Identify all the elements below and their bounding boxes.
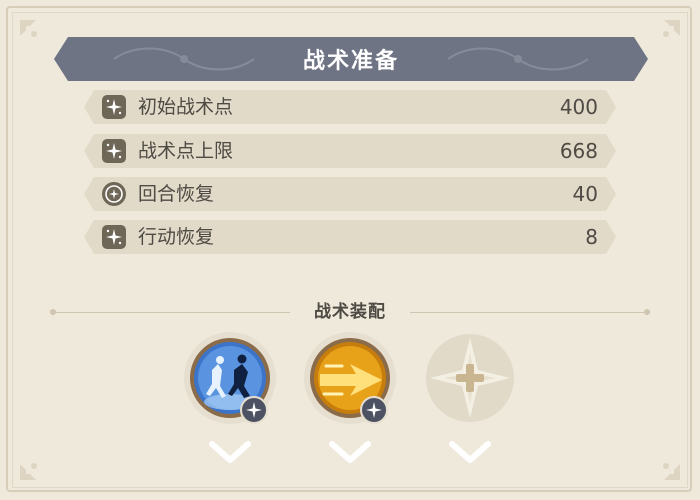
- stat-label: 初始战术点: [138, 96, 234, 118]
- star-burst-icon: [102, 225, 126, 249]
- title-banner: 战术准备: [54, 37, 648, 81]
- divider-line-right: [410, 312, 644, 313]
- stat-value: 40: [572, 182, 598, 206]
- stat-row-action-recovery: 行动恢复 8: [84, 220, 616, 254]
- stat-value: 668: [559, 139, 598, 163]
- circular-sparkle-icon: [102, 182, 126, 206]
- stat-row-turn-recovery: 回合恢复 40: [84, 177, 616, 211]
- skill-slot-2[interactable]: [302, 330, 398, 426]
- chevron-down-icon[interactable]: [208, 440, 252, 464]
- corner-ornament-icon: [663, 20, 680, 37]
- stat-label: 战术点上限: [138, 140, 234, 162]
- stat-row-initial-points: 初始战术点 400: [84, 90, 616, 124]
- corner-ornament-icon: [20, 20, 37, 37]
- star-burst-icon: [102, 95, 126, 119]
- chevron-down-icon[interactable]: [328, 440, 372, 464]
- stat-row-point-cap: 战术点上限 668: [84, 134, 616, 168]
- star-burst-icon: [102, 139, 126, 163]
- panel-title: 战术准备: [302, 49, 399, 74]
- stat-value: 8: [585, 225, 598, 249]
- skill-slot-1[interactable]: [182, 330, 278, 426]
- chevron-down-icon[interactable]: [448, 440, 492, 464]
- stat-value: 400: [559, 95, 598, 119]
- add-slot-icon: [426, 334, 514, 422]
- corner-ornament-icon: [663, 463, 680, 480]
- stat-label: 行动恢复: [138, 226, 215, 248]
- corner-ornament-icon: [20, 463, 37, 480]
- tactic-badge-icon: [360, 396, 388, 424]
- divider-dot: [644, 309, 650, 315]
- stat-label: 回合恢复: [138, 183, 215, 205]
- tactic-badge-icon: [240, 396, 268, 424]
- skill-slot-3-empty[interactable]: [422, 330, 518, 426]
